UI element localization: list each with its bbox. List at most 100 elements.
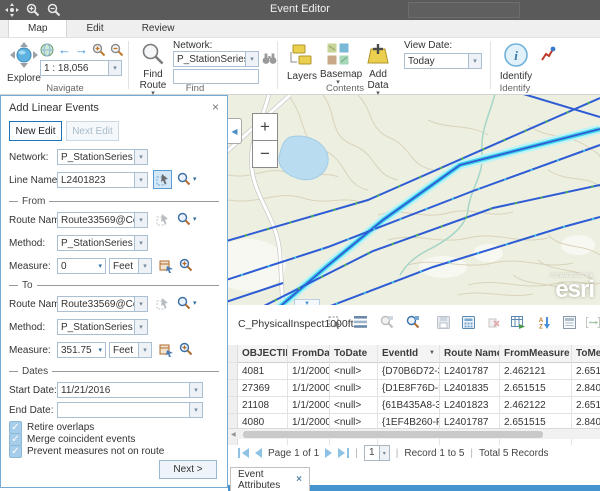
- expand-columns-icon-disabled[interactable]: [585, 314, 600, 330]
- to-unit-combobox[interactable]: Feet ▾: [109, 342, 152, 358]
- select-from-route-button[interactable]: [153, 210, 172, 229]
- col-fromdate[interactable]: FromDate: [288, 345, 330, 363]
- back-extent-icon[interactable]: ←: [58, 42, 71, 57]
- show-selected-rows-icon[interactable]: [352, 314, 368, 330]
- network-dropdown-icon[interactable]: ▾: [245, 52, 258, 66]
- to-route-combobox[interactable]: Route33569@Cent ▾: [57, 296, 148, 312]
- full-extent-icon[interactable]: [40, 42, 54, 57]
- zoom-to-to-route-button[interactable]: ▾: [177, 296, 197, 310]
- last-page-button[interactable]: [338, 448, 349, 458]
- zoom-to-records-icon[interactable]: [405, 314, 421, 330]
- identify-button[interactable]: i Identify: [498, 42, 534, 82]
- map-zoom-in-button[interactable]: +: [252, 113, 278, 141]
- col-routename[interactable]: Route Name: [440, 345, 500, 363]
- sort-icon[interactable]: AZ: [536, 314, 552, 330]
- dropdown-icon[interactable]: ▾: [138, 259, 151, 273]
- sort-desc-icon[interactable]: ▼: [429, 345, 435, 362]
- page-number-combobox[interactable]: 1 ▾: [364, 445, 390, 461]
- zoom-to-line-button[interactable]: ▾: [177, 172, 197, 186]
- dropdown-icon[interactable]: ▾: [138, 343, 151, 357]
- tab-map[interactable]: Map: [8, 20, 67, 37]
- collapse-panel-left-icon[interactable]: ◀: [228, 118, 242, 144]
- zoom-in-map-icon[interactable]: [92, 42, 106, 57]
- explore-button[interactable]: Explore: [6, 42, 42, 84]
- select-line-on-map-button[interactable]: [153, 170, 172, 189]
- tab-review[interactable]: Review: [123, 20, 194, 37]
- dropdown-icon[interactable]: ▾: [134, 173, 147, 187]
- dropdown-icon[interactable]: ▾: [134, 213, 147, 227]
- row-selector[interactable]: [228, 380, 238, 397]
- dropdown-icon[interactable]: ▾: [189, 383, 202, 397]
- from-unit-combobox[interactable]: Feet ▾: [109, 258, 152, 274]
- measure-caret-icon[interactable]: ▾: [98, 346, 105, 354]
- select-to-route-button[interactable]: [153, 294, 172, 313]
- view-date-combobox[interactable]: Today ▾: [404, 53, 482, 69]
- dropdown-icon[interactable]: ▾: [189, 403, 202, 417]
- identify-route-tool-icon[interactable]: [540, 46, 556, 62]
- network-combobox[interactable]: P_StationSeries ▾: [173, 51, 259, 67]
- prevent-measures-checkbox[interactable]: ✓: [9, 445, 22, 458]
- from-measure-combobox[interactable]: 0 ▾: [57, 258, 106, 274]
- page-number-dropdown-icon[interactable]: ▾: [379, 446, 389, 460]
- scrollbar-thumb[interactable]: [243, 431, 543, 438]
- table-horizontal-scrollbar[interactable]: ◀: [228, 428, 600, 439]
- view-date-dropdown-icon[interactable]: ▾: [468, 54, 481, 68]
- layers-button[interactable]: Layers: [286, 44, 318, 82]
- select-records-icon[interactable]: [326, 314, 342, 330]
- panel-network-combobox[interactable]: P_StationSeries ▾: [57, 149, 148, 165]
- dropdown-icon[interactable]: ▾: [134, 320, 147, 334]
- from-method-combobox[interactable]: P_StationSeries ▾: [57, 235, 148, 251]
- zoom-to-selected-icon-disabled[interactable]: [379, 314, 395, 330]
- dropdown-icon[interactable]: ▾: [134, 150, 147, 164]
- zoom-to-from-route-button[interactable]: ▾: [177, 212, 197, 226]
- measure-caret-icon[interactable]: ▾: [98, 262, 105, 270]
- pick-to-measure-button[interactable]: [156, 340, 175, 359]
- map-view[interactable]: ◀ + − POWERED BY esri: [228, 95, 600, 305]
- col-frommeasure[interactable]: FromMeasure: [500, 345, 572, 363]
- previous-page-button[interactable]: [255, 448, 262, 458]
- pick-from-measure-button[interactable]: [156, 256, 175, 275]
- close-tab-icon[interactable]: ×: [296, 474, 302, 485]
- table-row[interactable]: 21108 1/1/2000 <null> {61B435A8-3 L24018…: [228, 397, 600, 414]
- save-icon-disabled[interactable]: [435, 314, 451, 330]
- table-row[interactable]: 27369 1/1/2000 <null> {D1E8F76D-F L24018…: [228, 380, 600, 397]
- zoom-to-to-measure-button[interactable]: [179, 342, 193, 356]
- zoom-options-caret-icon[interactable]: ▾: [193, 215, 197, 223]
- col-todate[interactable]: ToDate: [330, 345, 378, 363]
- find-route-input[interactable]: [173, 69, 259, 84]
- end-date-combobox[interactable]: ▾: [57, 402, 203, 418]
- line-name-combobox[interactable]: L2401823 ▾: [57, 172, 148, 188]
- field-calculator-icon[interactable]: [460, 314, 476, 330]
- map-zoom-out-button[interactable]: −: [252, 140, 278, 168]
- attribute-window-icon[interactable]: [561, 314, 577, 330]
- row-selector[interactable]: [228, 397, 238, 414]
- binoculars-icon[interactable]: [262, 52, 277, 65]
- zoom-out-map-icon[interactable]: [110, 42, 124, 57]
- col-objectid[interactable]: OBJECTID: [238, 345, 288, 363]
- to-method-combobox[interactable]: P_StationSeries ▾: [57, 319, 148, 335]
- next-button[interactable]: Next >: [159, 460, 217, 479]
- dropdown-icon[interactable]: ▾: [134, 236, 147, 250]
- dropdown-icon[interactable]: ▾: [134, 297, 147, 311]
- forward-extent-icon[interactable]: →: [75, 42, 88, 57]
- col-tomeasure[interactable]: ToMea: [572, 345, 600, 363]
- table-row[interactable]: 4081 1/1/2000 <null> {D70B6D72-3 L240178…: [228, 363, 600, 380]
- first-page-button[interactable]: [238, 448, 249, 458]
- panel-close-icon[interactable]: ×: [212, 100, 219, 114]
- basemap-button[interactable]: Basemap ▾: [320, 42, 356, 85]
- next-edit-button[interactable]: Next Edit: [66, 121, 119, 141]
- col-eventid[interactable]: EventId ▼: [378, 345, 440, 363]
- append-events-icon[interactable]: [510, 314, 526, 330]
- zoom-options-caret-icon[interactable]: ▾: [193, 175, 197, 183]
- scale-combobox[interactable]: 1 : 18,056 ▾: [40, 60, 122, 76]
- to-measure-combobox[interactable]: 351.75 ▾: [57, 342, 106, 358]
- from-route-combobox[interactable]: Route33569@Cent ▾: [57, 212, 148, 228]
- tab-event-attributes[interactable]: Event Attributes ×: [230, 467, 310, 491]
- tab-edit[interactable]: Edit: [67, 20, 122, 37]
- delete-record-icon-disabled[interactable]: [485, 314, 501, 330]
- row-selector[interactable]: [228, 363, 238, 380]
- scale-dropdown-icon[interactable]: ▾: [108, 61, 121, 75]
- zoom-to-from-measure-button[interactable]: [179, 258, 193, 272]
- zoom-options-caret-icon[interactable]: ▾: [193, 299, 197, 307]
- start-date-combobox[interactable]: 11/21/2016 ▾: [57, 382, 203, 398]
